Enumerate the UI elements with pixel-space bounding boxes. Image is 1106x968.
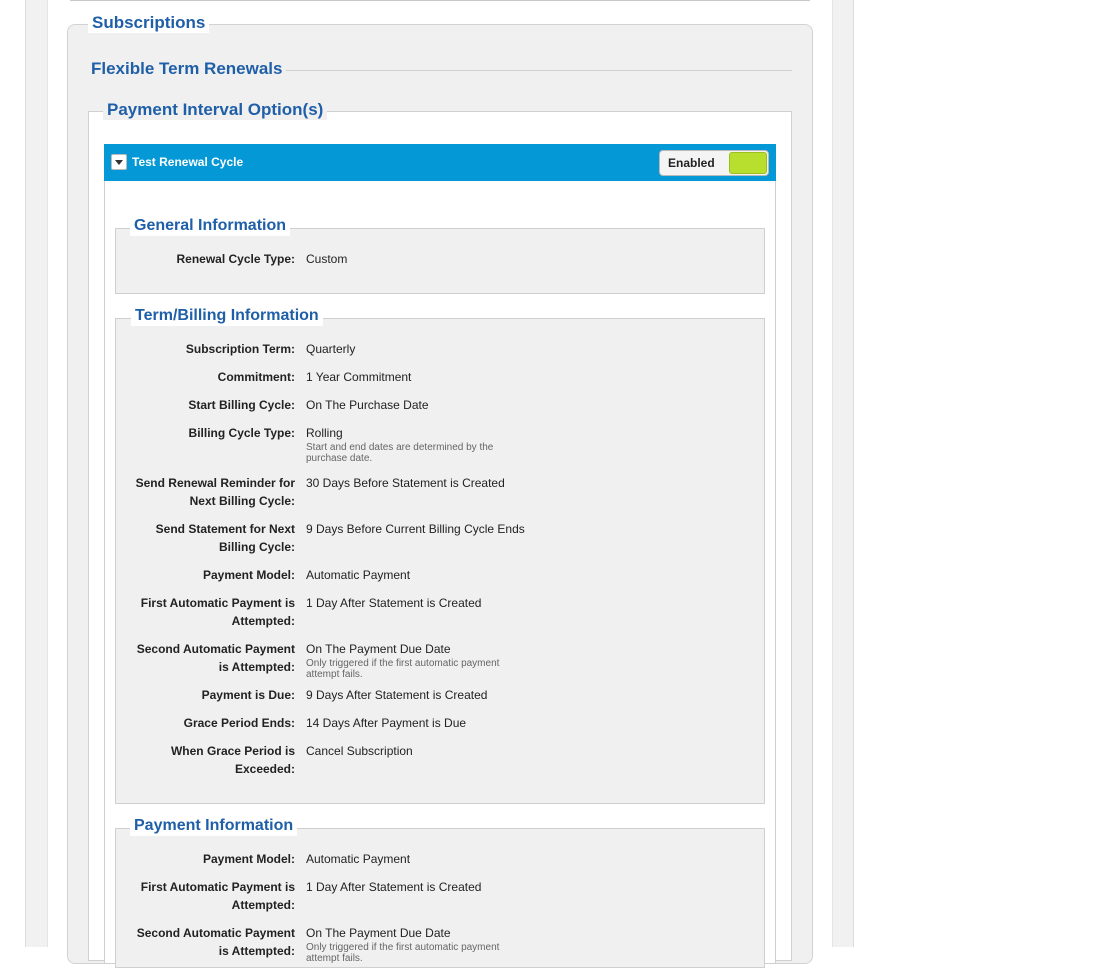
- detail-value-text: 9 Days Before Current Billing Cycle Ends: [306, 522, 525, 536]
- detail-value: 1 Year Commitment: [306, 368, 606, 386]
- detail-label: Send Renewal Reminder for Next Billing C…: [135, 476, 295, 508]
- detail-value: On The Purchase Date: [306, 396, 606, 414]
- detail-label: Start Billing Cycle:: [188, 398, 295, 412]
- detail-value: 1 Day After Statement is Created: [306, 878, 606, 896]
- detail-label: Commitment:: [217, 370, 295, 384]
- detail-value-text: Rolling: [306, 426, 343, 440]
- renewal-cycle-title: Test Renewal Cycle: [132, 155, 244, 169]
- detail-note: Only triggered if the first automatic pa…: [306, 942, 500, 964]
- detail-label: Grace Period Ends:: [183, 716, 295, 730]
- enabled-toggle-label: Enabled: [668, 156, 715, 170]
- detail-value-text: Cancel Subscription: [306, 744, 413, 758]
- detail-value: Cancel Subscription: [306, 742, 606, 760]
- detail-label: Send Statement for Next Billing Cycle:: [155, 522, 295, 554]
- detail-note: Start and end dates are determined by th…: [306, 442, 494, 464]
- detail-value: 30 Days Before Statement is Created: [306, 474, 606, 492]
- detail-value: On The Payment Due Date Only triggered if…: [306, 640, 606, 680]
- detail-value-text: 1 Day After Statement is Created: [306, 596, 482, 610]
- detail-value-text: On The Payment Due Date: [306, 642, 451, 656]
- detail-label: Billing Cycle Type:: [188, 426, 295, 440]
- detail-value: Automatic Payment: [306, 566, 606, 584]
- detail-label: Subscription Term:: [185, 342, 295, 356]
- detail-value-text: Automatic Payment: [306, 852, 411, 866]
- payment-information-section: Payment Model: Automatic Payment First Aut…: [115, 828, 765, 968]
- detail-note: Only triggered if the first automatic pa…: [306, 658, 500, 680]
- detail-value-text: On The Purchase Date: [306, 398, 429, 412]
- detail-value-text: 30 Days Before Statement is Created: [306, 476, 505, 490]
- detail-label: Payment Model:: [202, 568, 295, 582]
- detail-value-text: 14 Days After Payment is Due: [306, 716, 467, 730]
- detail-label: First Automatic Payment is Attempted:: [140, 596, 295, 628]
- detail-value-text: 1 Day After Statement is Created: [306, 880, 482, 894]
- detail-label: Second Automatic Payment is Attempted:: [136, 926, 295, 958]
- detail-value-text: 9 Days After Statement is Created: [306, 688, 488, 702]
- general-information-section: Renewal Cycle Type: Custom: [115, 228, 765, 294]
- detail-value: Rolling Start and end dates are determine…: [306, 424, 606, 464]
- detail-label: Payment Model:: [202, 852, 295, 866]
- detail-value-text: On The Payment Due Date: [306, 926, 451, 940]
- flexible-term-renewals-legend: Flexible Term Renewals: [87, 59, 287, 79]
- term-billing-information-section: Subscription Term: Quarterly Commitment: 1 …: [115, 318, 765, 804]
- term-billing-information-legend: Term/Billing Information: [131, 306, 323, 326]
- detail-value: Automatic Payment: [306, 850, 606, 868]
- detail-value: 9 Days Before Current Billing Cycle Ends: [306, 520, 606, 538]
- renewal-cycle-header[interactable]: Test Renewal Cycle Enabled: [104, 144, 776, 181]
- top-divider: [70, 0, 810, 1]
- detail-value: 9 Days After Statement is Created: [306, 686, 606, 704]
- detail-value-text: Automatic Payment: [306, 568, 411, 582]
- toggle-knob: [729, 152, 767, 174]
- detail-value: 14 Days After Payment is Due: [306, 714, 606, 732]
- detail-value: On The Payment Due Date Only triggered if…: [306, 924, 606, 964]
- detail-value: Quarterly: [306, 340, 606, 358]
- detail-label: Payment is Due:: [201, 688, 295, 702]
- payment-information-legend: Payment Information: [130, 816, 298, 836]
- payment-interval-options-legend: Payment Interval Option(s): [103, 100, 328, 120]
- subscriptions-legend: Subscriptions: [88, 13, 210, 33]
- detail-value-text: 1 Year Commitment: [306, 370, 412, 384]
- detail-value-text: Custom: [306, 252, 348, 266]
- detail-label: When Grace Period is Exceeded:: [170, 744, 295, 776]
- detail-label: Renewal Cycle Type:: [176, 252, 296, 266]
- detail-value-text: Quarterly: [306, 342, 356, 356]
- detail-label: First Automatic Payment is Attempted:: [140, 880, 295, 912]
- detail-value: 1 Day After Statement is Created: [306, 594, 606, 612]
- detail-label: Second Automatic Payment is Attempted:: [136, 642, 295, 674]
- collapse-toggle-button[interactable]: [111, 154, 127, 170]
- detail-value: Custom: [306, 250, 606, 268]
- general-information-legend: General Information: [130, 216, 291, 236]
- enabled-toggle[interactable]: Enabled: [659, 150, 769, 176]
- chevron-down-icon: [115, 160, 123, 165]
